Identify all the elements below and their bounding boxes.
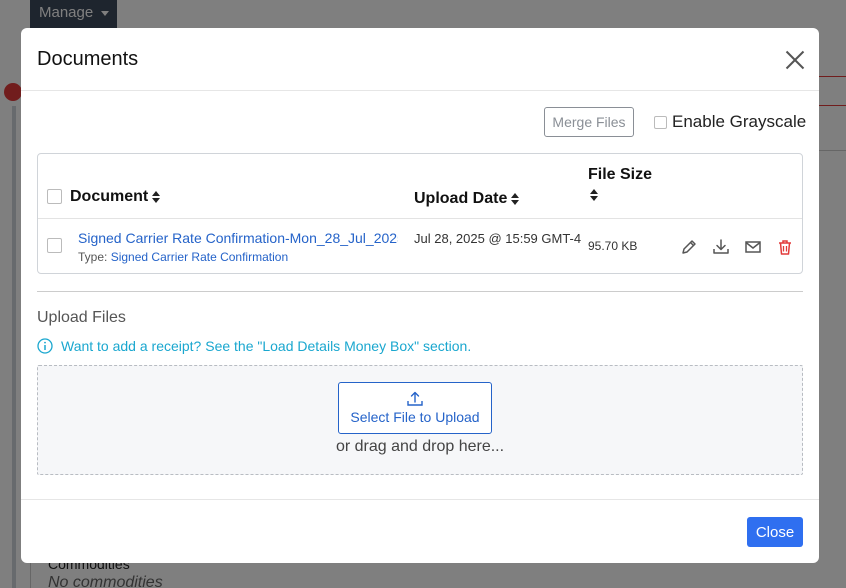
enable-grayscale-checkbox[interactable]	[654, 115, 667, 129]
table-header: Document Upload Date File Size	[38, 154, 802, 219]
document-type-link[interactable]: Signed Carrier Rate Confirmation	[111, 250, 288, 264]
modal-footer: Close	[21, 499, 819, 563]
sort-icon[interactable]	[152, 190, 161, 203]
document-header-label: Document	[70, 188, 149, 205]
sort-icon[interactable]	[511, 192, 520, 205]
close-button[interactable]: Close	[747, 517, 803, 547]
modal-title: Documents	[37, 48, 139, 70]
section-divider	[37, 291, 803, 292]
column-header-file-size[interactable]: File Size	[588, 166, 668, 202]
email-icon[interactable]	[743, 237, 763, 257]
drag-drop-text: or drag and drop here...	[335, 438, 505, 455]
trash-icon[interactable]	[775, 237, 795, 257]
file-dropzone[interactable]: Select File to Upload or drag and drop h…	[37, 365, 803, 475]
enable-grayscale-option[interactable]: Enable Grayscale	[654, 112, 806, 132]
column-header-document[interactable]: Document	[70, 188, 161, 206]
select-file-button[interactable]: Select File to Upload	[338, 382, 492, 434]
receipt-info-text: Want to add a receipt? See the "Load Det…	[61, 338, 472, 354]
document-type-prefix: Type:	[78, 250, 108, 264]
upload-date-cell: Jul 28, 2025 @ 15:59 GMT-4	[414, 231, 582, 246]
file-size-header-label: File Size	[588, 166, 653, 183]
table-row: Signed Carrier Rate Confirmation-Mon_28_…	[38, 219, 802, 274]
close-icon[interactable]	[785, 50, 805, 70]
select-all-checkbox[interactable]	[47, 189, 62, 204]
documents-toolbar: Merge Files Enable Grayscale	[21, 91, 819, 153]
file-size-cell: 95.70 KB	[588, 239, 638, 253]
document-name-link[interactable]: Signed Carrier Rate Confirmation-Mon_28_…	[78, 230, 398, 246]
documents-modal: Documents Merge Files Enable Grayscale D…	[21, 28, 819, 563]
document-type: Type: Signed Carrier Rate Confirmation	[78, 250, 288, 264]
merge-files-button[interactable]: Merge Files	[544, 107, 634, 137]
upload-files-heading: Upload Files	[37, 309, 126, 326]
info-icon	[37, 338, 53, 354]
upload-date-header-label: Upload Date	[414, 190, 508, 207]
enable-grayscale-label: Enable Grayscale	[672, 112, 807, 131]
row-checkbox[interactable]	[47, 238, 62, 253]
sort-icon[interactable]	[590, 188, 598, 201]
upload-icon	[407, 391, 423, 406]
download-icon[interactable]	[711, 237, 731, 257]
column-header-upload-date[interactable]: Upload Date	[414, 190, 520, 208]
receipt-info: Want to add a receipt? See the "Load Det…	[37, 338, 471, 354]
modal-header: Documents	[21, 28, 819, 91]
edit-icon[interactable]	[679, 237, 699, 257]
documents-table: Document Upload Date File Size Signed Ca…	[37, 153, 803, 274]
select-file-label: Select File to Upload	[350, 409, 480, 425]
